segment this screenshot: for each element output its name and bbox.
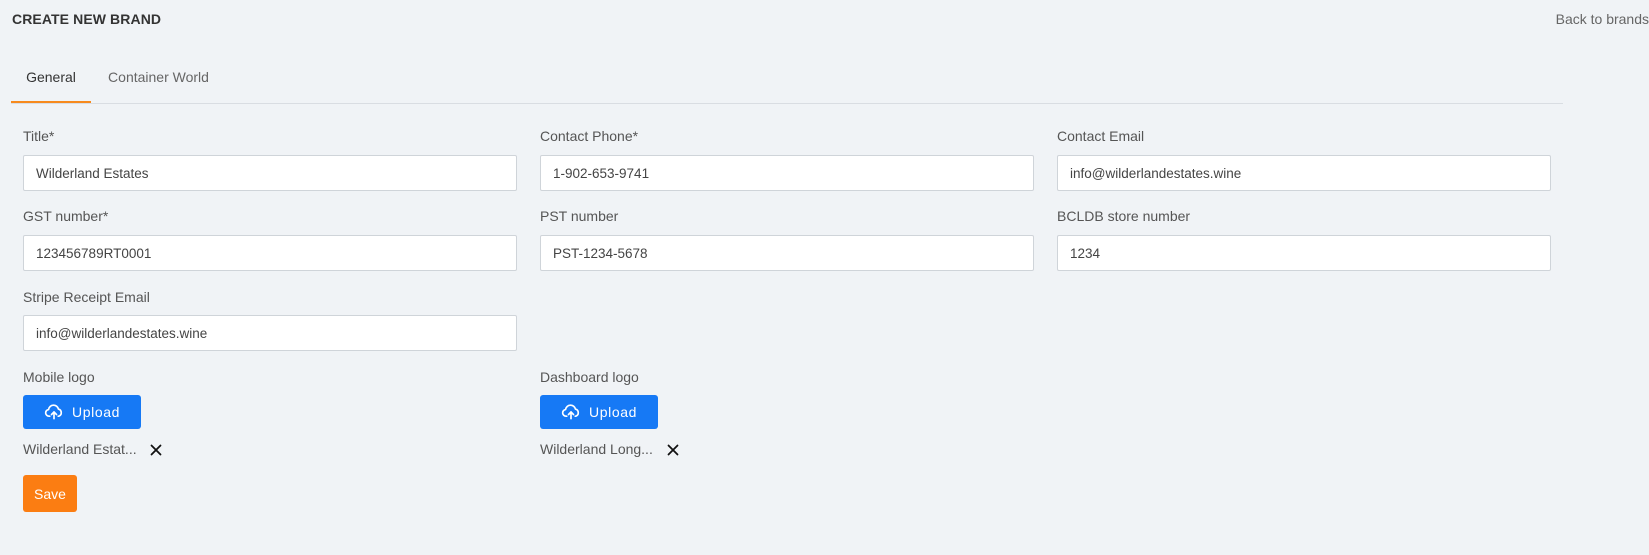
- cloud-upload-icon: [44, 402, 64, 422]
- bcldb-store-number-label: BCLDB store number: [1057, 208, 1191, 224]
- gst-number-label: GST number*: [23, 208, 109, 224]
- dashboard-logo-file-name: Wilderland Long...: [540, 441, 653, 457]
- create-brand-page: CREATE NEW BRAND Back to brands General …: [0, 0, 1649, 555]
- contact-email-input[interactable]: [1057, 155, 1551, 191]
- pst-number-label: PST number: [540, 208, 619, 224]
- dashboard-logo-remove-close-icon[interactable]: [667, 443, 679, 456]
- back-to-brands-link[interactable]: Back to brands: [1556, 11, 1649, 27]
- contact-phone-input[interactable]: [540, 155, 1034, 191]
- mobile-logo-remove-close-icon[interactable]: [150, 443, 162, 456]
- stripe-receipt-email-input[interactable]: [23, 315, 517, 351]
- mobile-logo-label: Mobile logo: [23, 369, 95, 385]
- tab-bar: General Container World: [11, 62, 1563, 104]
- title-label: Title*: [23, 128, 55, 144]
- contact-email-label: Contact Email: [1057, 128, 1145, 144]
- stripe-receipt-email-label: Stripe Receipt Email: [23, 289, 150, 305]
- upload-label: Upload: [589, 404, 637, 420]
- page-title: CREATE NEW BRAND: [12, 11, 162, 27]
- pst-number-input[interactable]: [540, 235, 1034, 271]
- cloud-upload-icon: [561, 402, 581, 422]
- upload-label: Upload: [72, 404, 120, 420]
- mobile-logo-upload-button[interactable]: Upload: [23, 395, 141, 429]
- tab-container-world[interactable]: Container World: [106, 62, 211, 102]
- tab-general[interactable]: General: [11, 62, 91, 103]
- mobile-logo-file-name: Wilderland Estat...: [23, 441, 137, 457]
- bcldb-store-number-input[interactable]: [1057, 235, 1551, 271]
- title-input[interactable]: [23, 155, 517, 191]
- contact-phone-label: Contact Phone*: [540, 128, 639, 144]
- gst-number-input[interactable]: [23, 235, 517, 271]
- dashboard-logo-upload-button[interactable]: Upload: [540, 395, 658, 429]
- dashboard-logo-label: Dashboard logo: [540, 369, 639, 385]
- save-button[interactable]: Save: [23, 475, 77, 512]
